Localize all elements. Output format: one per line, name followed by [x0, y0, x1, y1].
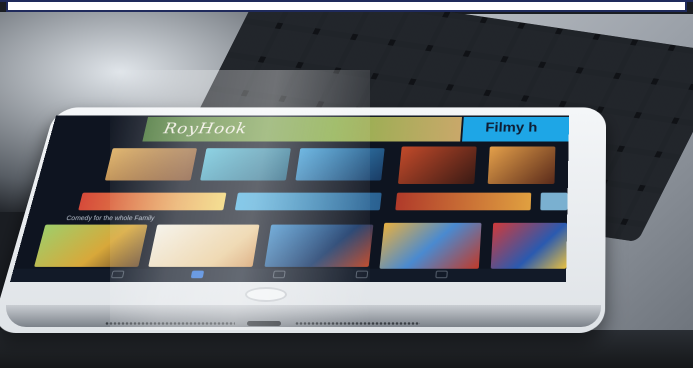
tv-tab-icon[interactable] [273, 271, 286, 279]
purchased-tab-icon[interactable] [435, 271, 448, 279]
speaker-grille-right [295, 321, 420, 326]
music-tab-icon[interactable] [111, 271, 125, 279]
tab-bar [10, 269, 566, 282]
home-button [245, 287, 287, 302]
hero-banner: RoyHook [142, 117, 462, 142]
hero-title: RoyHook [162, 120, 249, 137]
tablet-screen: RoyHook Filmy h Comedy for the whole Fam… [10, 115, 569, 282]
poster-tile [105, 148, 197, 180]
poster-tile [395, 193, 531, 211]
top-frame-rule [0, 0, 693, 2]
poster-tile [235, 193, 382, 211]
photo-scene: RoyHook Filmy h Comedy for the whole Fam… [0, 0, 693, 368]
poster-tile [200, 148, 291, 180]
poster-tile [398, 147, 477, 184]
poster-tile [379, 223, 481, 269]
poster-tile [34, 225, 148, 267]
poster-tile [148, 225, 259, 267]
table-surface [0, 330, 693, 368]
poster-tile [295, 148, 384, 180]
movies-tab-icon[interactable] [191, 271, 204, 279]
speaker-grille-left [105, 321, 235, 326]
hero-right-title: Filmy h [485, 121, 538, 136]
hero-banner-right: Filmy h [462, 117, 569, 142]
poster-tile [264, 225, 373, 267]
lightning-port [247, 321, 281, 326]
genius-tab-icon[interactable] [355, 271, 368, 279]
poster-tile [488, 147, 556, 184]
poster-tile [491, 223, 567, 269]
poster-tile [540, 193, 567, 211]
poster-tile [78, 193, 226, 211]
row-label: Comedy for the whole Family [66, 216, 155, 222]
